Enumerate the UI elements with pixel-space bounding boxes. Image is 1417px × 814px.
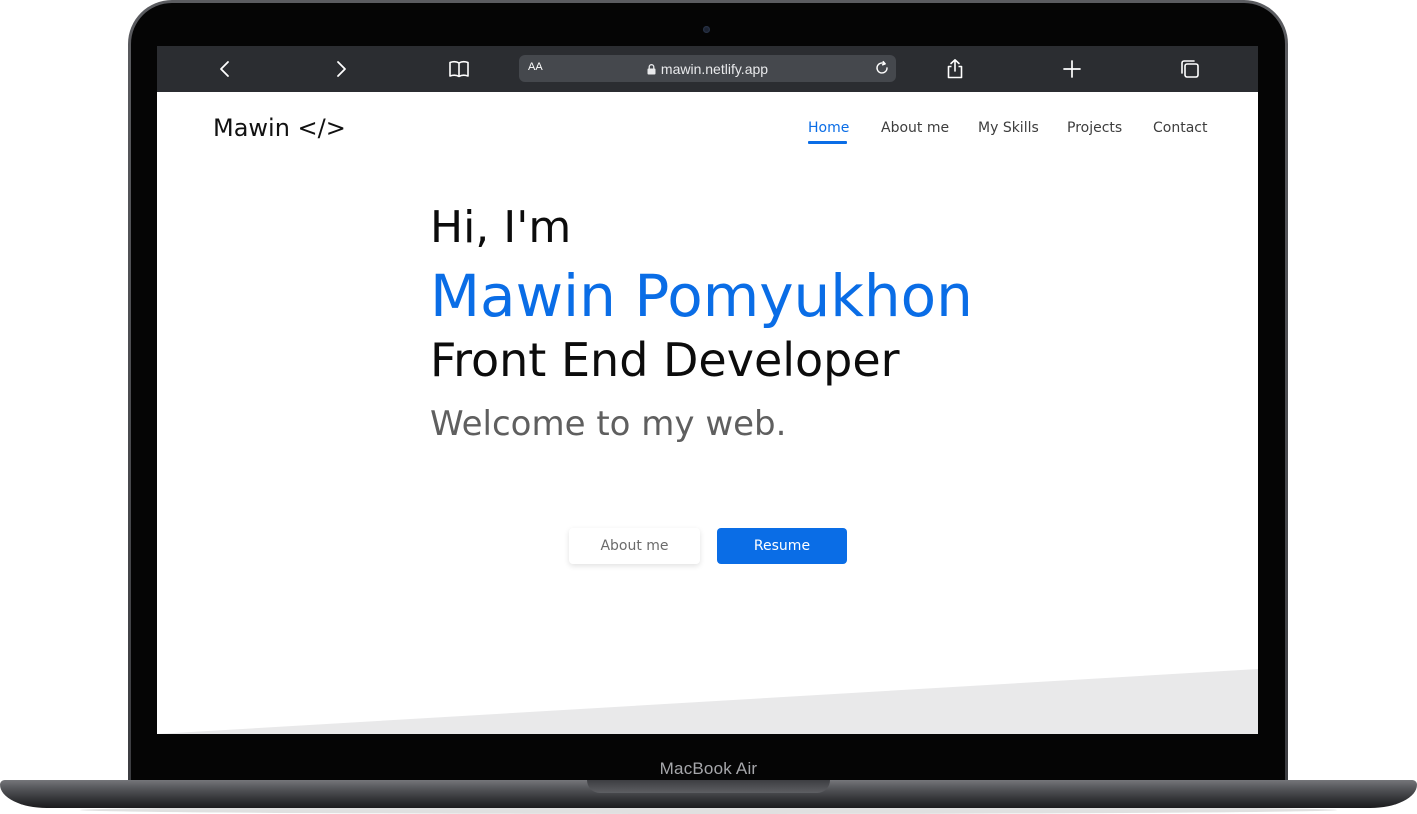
hero-tagline: Welcome to my web.: [430, 404, 787, 444]
reload-icon[interactable]: [874, 60, 890, 80]
url-text: mawin.netlify.app: [660, 61, 769, 77]
chevron-left-icon[interactable]: [213, 57, 237, 81]
browser-screen: AA mawin.netlify.app Mawin </> Home Abou…: [157, 46, 1258, 734]
camera-icon: [703, 26, 710, 33]
nav-projects[interactable]: Projects: [1067, 120, 1122, 136]
nav-about[interactable]: About me: [881, 120, 949, 136]
book-icon[interactable]: [447, 57, 471, 81]
browser-toolbar: AA mawin.netlify.app: [157, 46, 1258, 92]
tabs-icon[interactable]: [1178, 57, 1202, 81]
lock-icon: [647, 62, 656, 78]
share-icon[interactable]: [943, 57, 967, 81]
plus-icon[interactable]: [1060, 57, 1084, 81]
nav-home[interactable]: Home: [808, 120, 849, 136]
resume-button[interactable]: Resume: [717, 528, 847, 564]
nav-active-indicator: [808, 141, 847, 144]
chevron-right-icon[interactable]: [329, 57, 353, 81]
hero-role: Front End Developer: [430, 333, 900, 387]
device-label: MacBook Air: [659, 759, 758, 778]
address-bar[interactable]: AA mawin.netlify.app: [519, 55, 896, 82]
laptop-mockup: MacBook Air AA mawin.netlify.app Mawin <…: [0, 0, 1417, 814]
nav-skills[interactable]: My Skills: [978, 120, 1039, 136]
url-display[interactable]: mawin.netlify.app: [519, 61, 896, 78]
hero-greeting: Hi, I'm: [430, 202, 572, 253]
about-me-button[interactable]: About me: [569, 528, 700, 564]
base-notch: [587, 780, 830, 793]
nav-contact[interactable]: Contact: [1153, 120, 1207, 136]
web-page: Mawin </> Home About me My Skills Projec…: [157, 92, 1258, 734]
site-logo[interactable]: Mawin </>: [213, 114, 346, 142]
hero-name: Mawin Pomyukhon: [430, 262, 973, 330]
